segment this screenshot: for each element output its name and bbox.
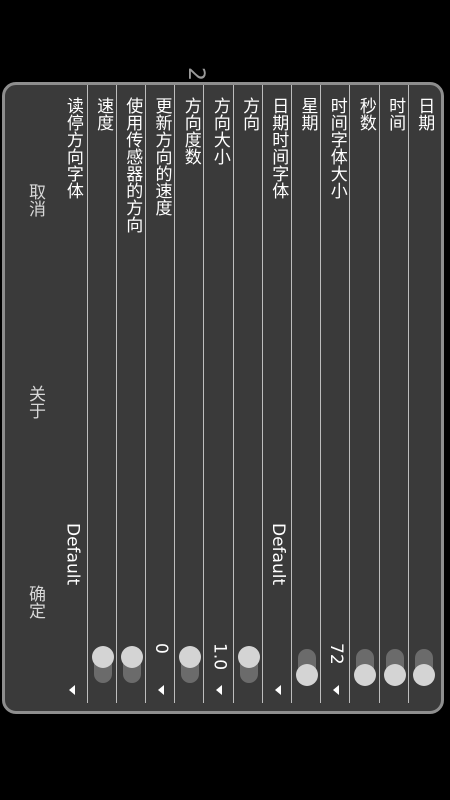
settings-row[interactable]: 时间字体大小 72 <box>320 85 351 703</box>
settings-row[interactable]: 更新方向的速度 0 <box>145 85 176 703</box>
settings-row[interactable]: 方向度数 <box>174 85 205 703</box>
cancel-button[interactable]: 取消 <box>23 183 48 217</box>
toggle-knob <box>383 664 406 686</box>
dropdown-arrow-icon[interactable] <box>158 685 164 695</box>
settings-row-label: 日期 <box>414 97 435 131</box>
settings-row-value: Default <box>267 523 288 586</box>
toggle-knob <box>179 646 202 668</box>
toggle-switch[interactable] <box>383 649 406 686</box>
settings-row[interactable]: 时间 <box>378 85 410 703</box>
settings-row[interactable]: 速度 <box>86 85 118 703</box>
toggle-knob <box>412 664 435 686</box>
dialog-actions: 确定 关于 取消 <box>5 85 75 711</box>
toggle-switch[interactable] <box>412 649 435 686</box>
settings-row-label: 时间字体大小 <box>326 97 347 199</box>
toggle-switch[interactable] <box>237 646 260 683</box>
toggle-switch[interactable] <box>296 649 318 686</box>
toggle-switch[interactable] <box>179 646 202 683</box>
settings-row[interactable]: 方向大小 1.0 <box>203 85 234 703</box>
toggle-knob <box>237 646 260 668</box>
toggle-knob <box>354 664 377 686</box>
settings-row[interactable]: 日期时间字体 Default <box>261 85 293 703</box>
toggle-knob <box>91 646 114 668</box>
settings-row-label: 更新方向的速度 <box>151 97 172 216</box>
settings-row[interactable]: 星期 <box>291 85 322 703</box>
settings-row-value: 72 <box>326 643 347 665</box>
settings-row-label: 时间 <box>385 97 406 131</box>
settings-row-label: 方向大小 <box>209 97 230 165</box>
settings-row-label: 使用传感器的方向 <box>122 97 143 233</box>
confirm-button[interactable]: 确定 <box>23 585 48 619</box>
settings-row-label: 方向度数 <box>180 97 201 165</box>
settings-row-label: 速度 <box>93 97 114 131</box>
settings-row[interactable]: 使用传感器的方向 <box>115 85 147 703</box>
settings-dialog: 日期 时间 秒数 时间字体大小 72 星期 日期时间字体 Default 方向 方向大小 1.0 方向… <box>2 82 444 714</box>
settings-row-label: 秒数 <box>355 97 376 131</box>
dropdown-arrow-icon[interactable] <box>274 685 281 695</box>
dropdown-arrow-icon[interactable] <box>216 685 223 695</box>
settings-row-label: 星期 <box>297 97 318 131</box>
settings-row[interactable]: 日期 <box>407 85 439 703</box>
toggle-switch[interactable] <box>91 646 114 683</box>
settings-row-value: 1.0 <box>209 643 230 671</box>
toggle-switch[interactable] <box>354 649 377 686</box>
settings-row[interactable]: 秒数 <box>349 85 380 703</box>
settings-row[interactable]: 方向 <box>232 85 264 703</box>
about-button[interactable]: 关于 <box>23 385 48 419</box>
toggle-knob <box>120 646 143 668</box>
settings-row-label: 日期时间字体 <box>268 97 289 199</box>
toggle-knob <box>296 664 318 686</box>
settings-row-value: 0 <box>151 643 171 654</box>
toggle-switch[interactable] <box>120 646 143 683</box>
dropdown-arrow-icon[interactable] <box>333 685 340 695</box>
settings-row-label: 方向 <box>239 97 260 131</box>
